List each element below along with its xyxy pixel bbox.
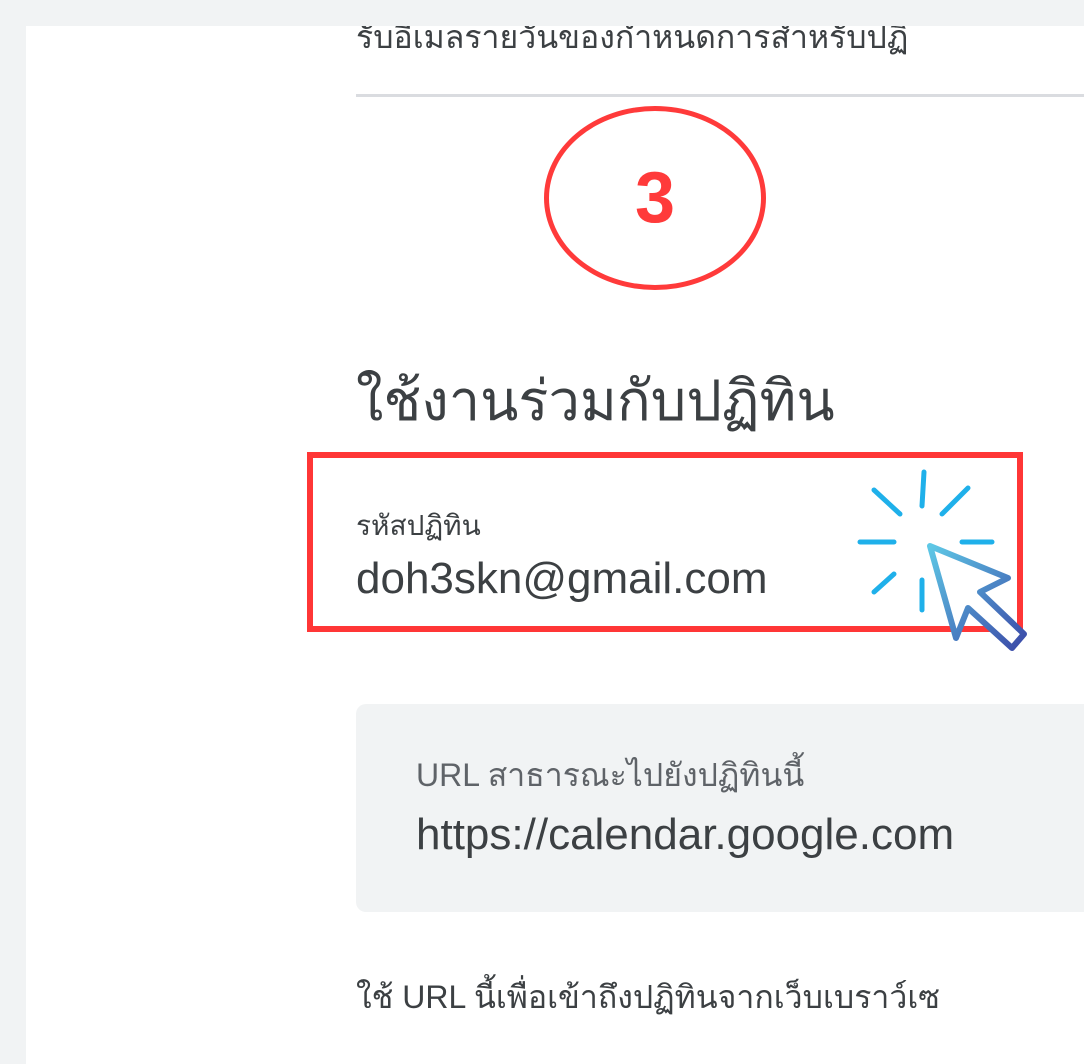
calendar-id-label: รหัสปฏิทิน <box>356 510 481 541</box>
click-cursor-icon <box>857 469 1027 651</box>
step-number: 3 <box>634 158 676 238</box>
step-number-badge: 3 <box>544 106 766 290</box>
daily-agenda-setting-text[interactable]: รับอีเมลรายวันของกำหนดการสำหรับปฏิ <box>356 26 908 63</box>
public-url-value[interactable]: https://calendar.google.com <box>416 810 954 860</box>
settings-page: รับอีเมลรายวันของกำหนดการสำหรับปฏิ 3 ใช้… <box>26 26 1084 1064</box>
calendar-id-value[interactable]: doh3skn@gmail.com <box>356 554 768 604</box>
section-divider <box>356 94 1084 97</box>
public-url-label: URL สาธารณะไปยังปฏิทินนี้ <box>416 757 805 793</box>
integrate-calendar-title: ใช้งานร่วมกับปฏิทิน <box>356 369 835 432</box>
public-url-helper-text: ใช้ URL นี้เพื่อเข้าถึงปฏิทินจากเว็บเบรา… <box>356 979 940 1015</box>
public-url-panel: URL สาธารณะไปยังปฏิทินนี้ https://calend… <box>356 704 1084 912</box>
